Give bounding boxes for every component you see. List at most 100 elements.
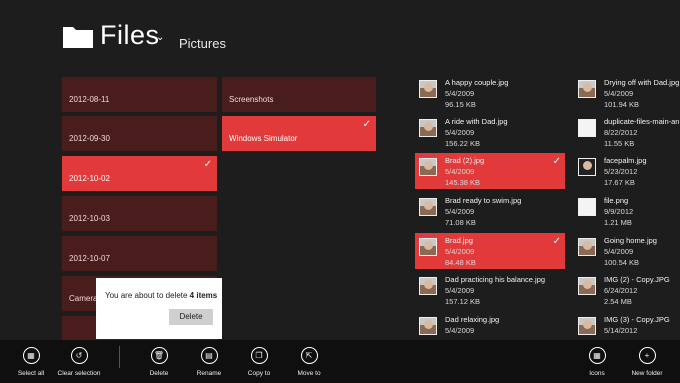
folder-tile[interactable]: ✓ 2012-10-02 bbox=[62, 156, 217, 191]
file-date: 5/4/2009 bbox=[445, 128, 475, 137]
file-item[interactable]: facepalm.jpg 5/23/2012 17.67 KB bbox=[574, 153, 678, 189]
thumbnail bbox=[419, 119, 437, 137]
file-date: 5/4/2009 bbox=[445, 89, 475, 98]
file-date: 5/4/2009 bbox=[445, 286, 475, 295]
file-size: 101.94 KB bbox=[604, 100, 640, 109]
file-item[interactable]: IMG (2) - Copy.JPG 6/24/2012 2.54 MB bbox=[574, 272, 678, 308]
file-item[interactable]: duplicate-files-main-an 8/22/2012 11.55 … bbox=[574, 114, 680, 150]
thumbnail bbox=[419, 80, 437, 98]
file-item[interactable]: Brad ready to swim.jpg 5/4/2009 71.08 KB bbox=[415, 193, 565, 229]
file-name: A happy couple.jpg bbox=[445, 78, 509, 87]
folder-label: Screenshots bbox=[229, 95, 274, 104]
folder-label: 2012-10-02 bbox=[69, 174, 110, 183]
folder-tile[interactable]: 2012-10-03 bbox=[62, 196, 217, 231]
file-name: IMG (3) - Copy.JPG bbox=[604, 315, 670, 324]
thumbnail bbox=[578, 80, 596, 98]
delete-message: You are about to delete 4 items bbox=[105, 291, 217, 300]
delete-confirm-flyout: You are about to delete 4 items Delete bbox=[96, 278, 222, 339]
rename-icon: ▤ bbox=[200, 347, 218, 364]
move-to-label: Move to bbox=[297, 370, 321, 377]
file-item[interactable]: file.png 9/9/2012 1.21 MB bbox=[574, 193, 678, 229]
checkmark-icon: ✓ bbox=[552, 236, 561, 247]
folder-tile[interactable]: Screenshots bbox=[222, 77, 376, 112]
select-all-icon: ▦ bbox=[22, 347, 40, 364]
file-name: A ride with Dad.jpg bbox=[445, 117, 508, 126]
folder-icon bbox=[63, 27, 93, 48]
file-name: Going home.jpg bbox=[604, 236, 657, 245]
file-size: 96.15 KB bbox=[445, 100, 476, 109]
folder-label: 2012-10-07 bbox=[69, 254, 110, 263]
thumbnail bbox=[419, 277, 437, 295]
file-date: 5/23/2012 bbox=[604, 167, 638, 176]
thumbnail bbox=[578, 277, 596, 295]
new-folder-icon: + bbox=[638, 347, 656, 364]
file-size: 1.21 MB bbox=[604, 218, 632, 227]
appbar-divider bbox=[119, 346, 120, 368]
file-item[interactable]: Dad relaxing.jpg 5/4/2009 bbox=[415, 312, 565, 340]
checkmark-icon: ✓ bbox=[362, 119, 371, 130]
file-item[interactable]: ✓ Brad (2).jpg 5/4/2009 145.38 KB bbox=[415, 153, 565, 189]
thumbnail bbox=[419, 198, 437, 216]
new-folder-label: New folder bbox=[631, 370, 663, 377]
app-title[interactable]: Files bbox=[100, 20, 160, 51]
file-size: 156.22 KB bbox=[445, 139, 481, 148]
undo-icon: ↺ bbox=[70, 347, 88, 364]
file-size: 100.54 KB bbox=[604, 258, 640, 267]
confirm-delete-button[interactable]: Delete bbox=[169, 309, 213, 325]
file-name: Drying off with Dad.jpg bbox=[604, 78, 680, 87]
thumbnail bbox=[419, 317, 437, 335]
file-item[interactable]: ✓ Brad.jpg 5/4/2009 84.48 KB bbox=[415, 233, 565, 269]
file-size: 71.08 KB bbox=[445, 218, 476, 227]
file-date: 9/9/2012 bbox=[604, 207, 634, 216]
thumbnail bbox=[578, 119, 596, 137]
folder-label: 2012-09-30 bbox=[69, 134, 110, 143]
folder-tile[interactable]: 2012-08-11 bbox=[62, 77, 217, 112]
breadcrumb: Pictures bbox=[179, 36, 226, 51]
thumbnail bbox=[578, 317, 596, 335]
chevron-down-icon[interactable]: ⌄ bbox=[156, 32, 164, 43]
file-name: Dad practicing his balance.jpg bbox=[445, 275, 546, 284]
file-name: Brad (2).jpg bbox=[445, 156, 485, 165]
file-name: file.png bbox=[604, 196, 629, 205]
file-name: duplicate-files-main-an bbox=[604, 117, 680, 126]
folder-tile[interactable]: ✓ Windows Simulator bbox=[222, 116, 376, 151]
folder-label: Windows Simulator bbox=[229, 134, 298, 143]
file-size: 2.54 MB bbox=[604, 297, 632, 306]
folder-tile[interactable]: 2012-09-30 bbox=[62, 116, 217, 151]
checkmark-icon: ✓ bbox=[203, 159, 212, 170]
move-to-button[interactable]: ⇱ Move to bbox=[279, 347, 339, 377]
file-item[interactable]: IMG (3) - Copy.JPG 5/14/2012 bbox=[574, 312, 678, 340]
new-folder-button[interactable]: + New folder bbox=[617, 347, 677, 377]
folder-label: 2012-10-03 bbox=[69, 214, 110, 223]
file-item[interactable]: Dad practicing his balance.jpg 5/4/2009 … bbox=[415, 272, 565, 308]
file-date: 5/4/2009 bbox=[445, 207, 475, 216]
file-name: IMG (2) - Copy.JPG bbox=[604, 275, 670, 284]
delete-count: 4 items bbox=[189, 291, 218, 300]
folder-label: 2012-08-11 bbox=[69, 95, 110, 104]
file-date: 8/22/2012 bbox=[604, 128, 638, 137]
file-date: 5/4/2009 bbox=[604, 247, 634, 256]
file-item[interactable]: Going home.jpg 5/4/2009 100.54 KB bbox=[574, 233, 678, 269]
file-size: 84.48 KB bbox=[445, 258, 476, 267]
file-size: 157.12 KB bbox=[445, 297, 481, 306]
clear-selection-label: Clear selection bbox=[57, 370, 101, 377]
file-item[interactable]: A ride with Dad.jpg 5/4/2009 156.22 KB bbox=[415, 114, 565, 150]
file-item[interactable]: A happy couple.jpg 5/4/2009 96.15 KB bbox=[415, 75, 565, 111]
folder-tile[interactable]: 2012-10-07 bbox=[62, 236, 217, 271]
checkmark-icon: ✓ bbox=[552, 156, 561, 167]
file-name: Brad ready to swim.jpg bbox=[445, 196, 522, 205]
file-size: 145.38 KB bbox=[445, 178, 481, 187]
thumbnail bbox=[419, 238, 437, 256]
file-item[interactable]: Drying off with Dad.jpg 5/4/2009 101.94 … bbox=[574, 75, 680, 111]
file-date: 5/14/2012 bbox=[604, 326, 638, 335]
copy-icon: ❐ bbox=[250, 347, 268, 364]
file-date: 5/4/2009 bbox=[604, 89, 634, 98]
file-date: 5/4/2009 bbox=[445, 326, 475, 335]
file-name: Dad relaxing.jpg bbox=[445, 315, 500, 324]
clear-selection-button[interactable]: ↺ Clear selection bbox=[49, 347, 109, 377]
grid-icon: ▦ bbox=[588, 347, 606, 364]
file-date: 6/24/2012 bbox=[604, 286, 638, 295]
thumbnail bbox=[578, 198, 596, 216]
move-icon: ⇱ bbox=[300, 347, 318, 364]
thumbnail bbox=[578, 158, 596, 176]
